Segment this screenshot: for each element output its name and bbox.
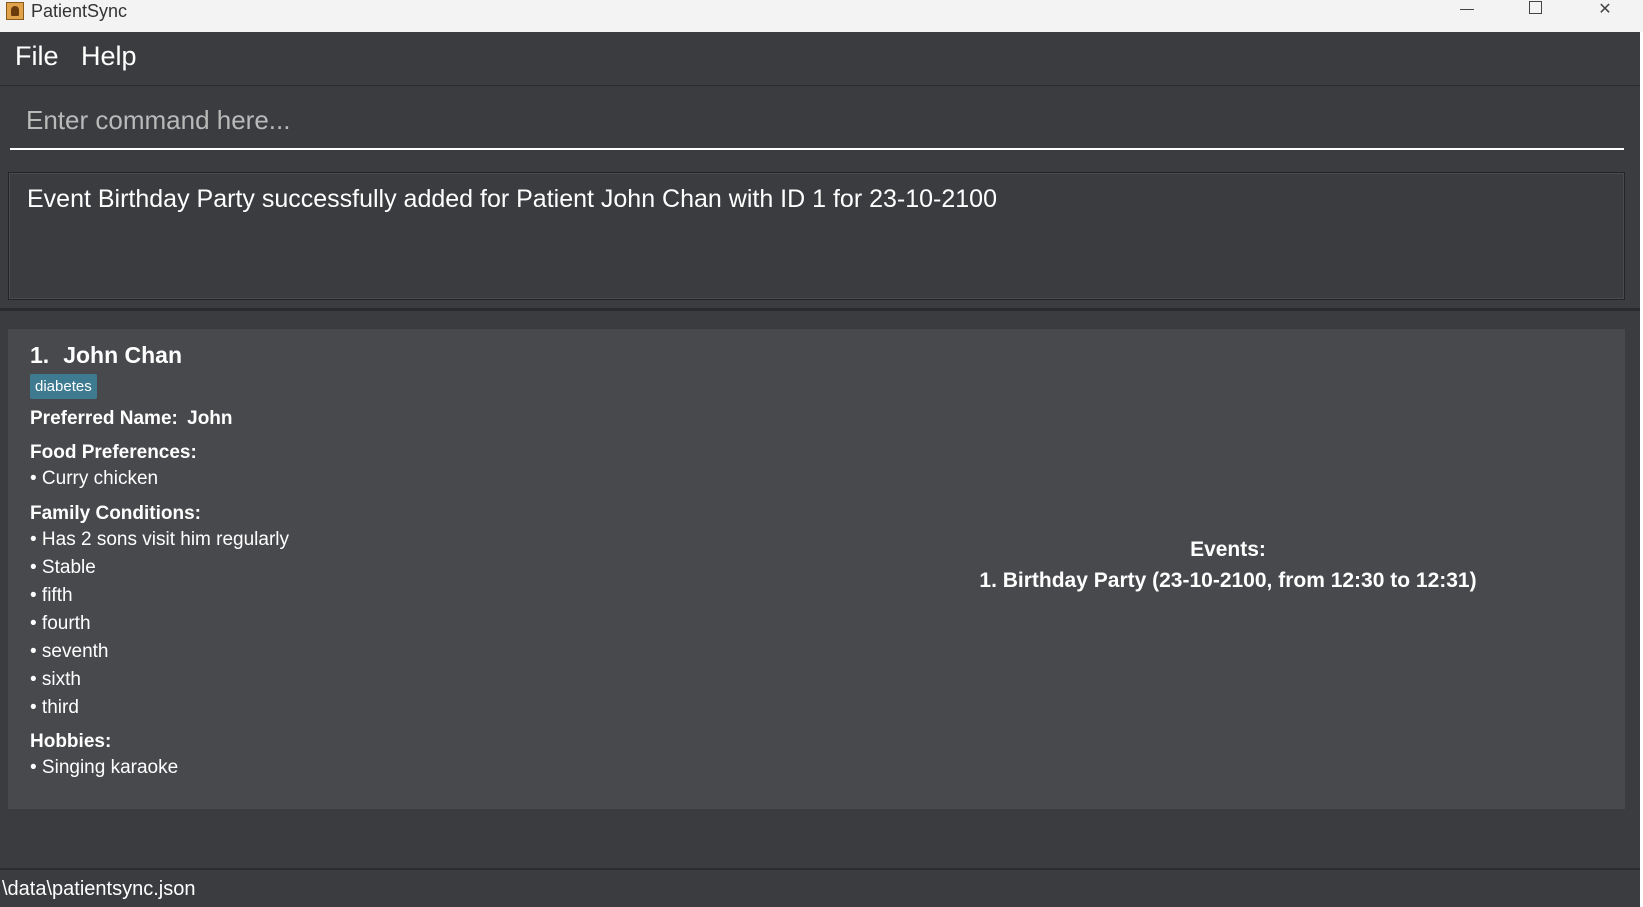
events-panel: Events: 1. Birthday Party (23-10-2100, f… [908, 534, 1548, 596]
menu-bar: File Help [0, 32, 1640, 86]
condition-tag: diabetes [30, 374, 97, 399]
status-bar: \data\patientsync.json [0, 868, 1640, 907]
app-body: File Help Event Birthday Party successfu… [0, 32, 1640, 907]
hobby-item: • Singing karaoke [30, 757, 179, 778]
patient-card[interactable]: 1. John Chan diabetes Preferred Name: Joh… [8, 329, 1625, 809]
preferred-name-row: Preferred Name: John [30, 408, 233, 430]
data-file-path: \data\patientsync.json [2, 878, 196, 900]
events-label: Events: [1190, 538, 1266, 561]
maximize-button[interactable] [1500, 0, 1570, 22]
preferred-name-value: John [187, 408, 233, 429]
family-item: • sixth [30, 669, 81, 690]
patient-name-text: John Chan [63, 342, 183, 368]
app-window: PatientSync ✕ File Help Event Birthday P… [0, 0, 1643, 907]
family-item: • seventh [30, 641, 109, 662]
minimize-icon [1460, 9, 1474, 11]
menu-help[interactable]: Help [77, 41, 141, 72]
preferred-name-label: Preferred Name: [30, 408, 178, 429]
title-bar: PatientSync ✕ [0, 0, 1643, 33]
hobbies-label: Hobbies: [30, 731, 112, 752]
window-title: PatientSync [31, 1, 128, 21]
divider [0, 308, 1640, 311]
patient-name: 1. John Chan [30, 342, 182, 369]
command-box [0, 86, 1640, 166]
maximize-icon [1528, 1, 1542, 15]
family-item: • Stable [30, 557, 96, 578]
close-button[interactable]: ✕ [1570, 0, 1640, 22]
result-message: Event Birthday Party successfully added … [27, 185, 997, 213]
family-item: • fifth [30, 585, 73, 606]
patient-index: 1. [30, 342, 50, 368]
family-item: • fourth [30, 613, 91, 634]
minimize-button[interactable] [1432, 0, 1502, 22]
food-item: • Curry chicken [30, 468, 159, 489]
close-icon: ✕ [1598, 1, 1612, 18]
command-input[interactable] [10, 92, 1624, 150]
food-preferences-label: Food Preferences: [30, 442, 197, 463]
result-display: Event Birthday Party successfully added … [8, 172, 1625, 300]
patient-list[interactable]: 1. John Chan diabetes Preferred Name: Joh… [0, 312, 1640, 845]
event-item: 1. Birthday Party (23-10-2100, from 12:3… [979, 569, 1477, 592]
family-item: • third [30, 697, 79, 718]
family-item: • Has 2 sons visit him regularly [30, 529, 290, 550]
menu-file[interactable]: File [11, 41, 63, 72]
family-conditions-label: Family Conditions: [30, 503, 201, 524]
app-icon [6, 2, 24, 20]
